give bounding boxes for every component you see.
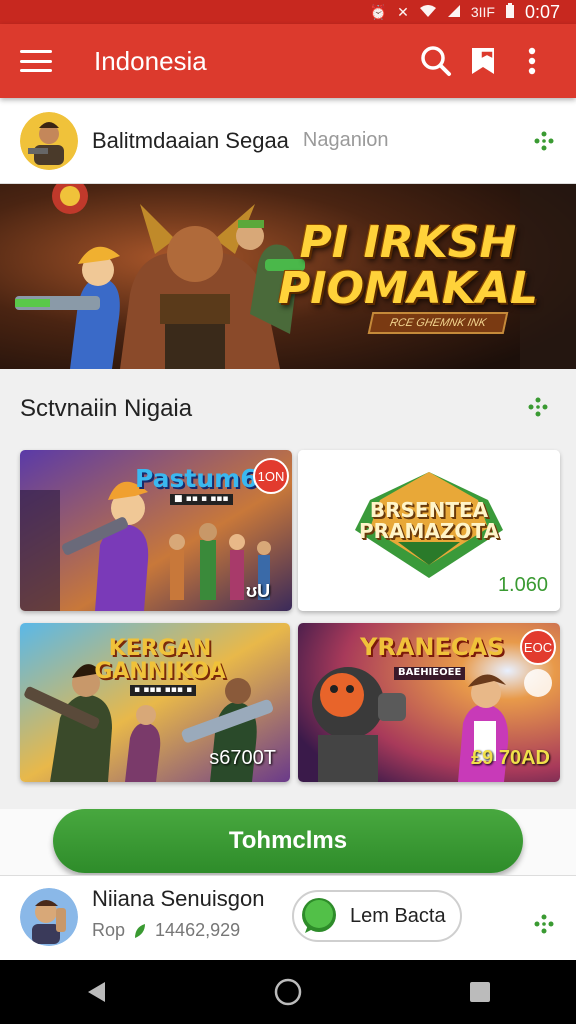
bookmark-icon — [472, 48, 494, 74]
card-1-tag: ʊU — [246, 581, 271, 601]
list-item-share-dots-icon[interactable] — [532, 912, 556, 936]
back-button[interactable] — [66, 962, 126, 1022]
app-title: Indonesia — [94, 45, 207, 76]
clock: 0:07 — [524, 1, 560, 22]
hero-title-line2: PIOMAKAL — [277, 263, 538, 315]
card-2-title-line2: PRAMAZOTA — [359, 519, 499, 543]
more-options-button[interactable] — [508, 37, 556, 85]
search-button[interactable] — [412, 37, 460, 85]
chat-button[interactable]: Lem Bacta — [292, 890, 462, 942]
game-section: Sctvnaiin Nigaia Pastum6 ■ ▪▪ ▪ ▪▪▪ 1ON … — [0, 369, 576, 809]
hero-title-line1: PI IRKSH — [299, 217, 517, 268]
card-3-subtitle: ▪ ▪▪▪ ▪▪▪ ▪ — [130, 685, 197, 697]
card-3-title: KERGAN GANNIKOA — [90, 637, 230, 683]
profile-avatar[interactable] — [20, 111, 78, 170]
card-1-badge: 1ON — [253, 458, 289, 494]
chat-bubble-icon — [302, 898, 336, 933]
cta-area: Tohmclms — [0, 809, 576, 875]
primary-cta-button[interactable]: Tohmclms — [53, 809, 523, 873]
card-1-subtitle: ■ ▪▪ ▪ ▪▪▪ — [170, 494, 233, 506]
card-2-title: BRSENTEA PRAMAZOTA — [348, 500, 510, 542]
home-icon — [274, 978, 302, 1006]
share-dots-icon[interactable] — [532, 129, 556, 153]
list-item-meta-label: Rop — [92, 920, 126, 940]
card-4-subtitle: BAEHIEOEE — [394, 667, 466, 680]
home-button[interactable] — [258, 962, 318, 1022]
bookmark-button[interactable] — [460, 37, 508, 85]
profile-subtitle: Naganion — [302, 129, 389, 151]
hero-banner[interactable]: PI IRKSH PIOMAKAL RCE GHEMNK INK — [0, 184, 576, 369]
recents-button[interactable] — [450, 962, 510, 1022]
card-3-title-line2: GANNIKOA — [94, 659, 226, 685]
app-bar: Indonesia — [0, 24, 576, 98]
game-card-4[interactable]: YRANECAS BAEHIEOEE EOC £9 70AD — [298, 623, 560, 782]
list-item-text: Niiana Senuisgon Rop 14462,929 — [92, 886, 282, 941]
list-item-meta-value: 14462,929 — [155, 920, 241, 940]
card-1-title: Pastum6 — [135, 464, 258, 493]
hero-ribbon: RCE GHEMNK INK — [367, 312, 509, 334]
list-item[interactable]: Niiana Senuisgon Rop 14462,929 Lem Bacta — [0, 875, 576, 960]
card-4-badge: EOC — [520, 629, 556, 665]
card-2-title-line1: BRSENTEA — [369, 498, 489, 522]
mute-icon: ✕ — [397, 3, 409, 20]
card-3-title-line1: KERGAN — [108, 636, 212, 661]
profile-row[interactable]: Balitmdaaian Segaa Naganion — [0, 98, 576, 184]
profile-name: Balitmdaaian Segaa — [92, 127, 289, 153]
search-icon — [421, 46, 451, 76]
more-vert-icon — [528, 47, 536, 75]
chat-button-label: Lem Bacta — [350, 904, 446, 927]
battery-icon — [505, 2, 515, 22]
wifi-icon — [419, 4, 437, 21]
list-item-name: Niiana Senuisgon — [92, 886, 265, 911]
system-nav-bar — [0, 960, 576, 1024]
screen: ⏰ ✕ 3IIF 0:07 Indonesia Balitmdaaian Seg… — [0, 0, 576, 1024]
menu-icon[interactable] — [20, 50, 52, 72]
back-icon — [88, 982, 105, 1002]
section-title: Sctvnaiin Nigaia — [20, 395, 193, 422]
card-4-value: £9 70AD — [471, 747, 550, 769]
leaf-icon — [135, 923, 146, 938]
game-card-3[interactable]: KERGAN GANNIKOA ▪ ▪▪▪ ▪▪▪ ▪ s6700T — [20, 623, 290, 782]
recents-icon — [470, 982, 490, 1002]
hero-title: PI IRKSH PIOMAKAL — [277, 217, 538, 315]
game-card-2[interactable]: BRSENTEA PRAMAZOTA 1.060 — [298, 450, 560, 611]
card-3-value: s6700T — [209, 747, 276, 769]
card-2-value: 1.060 — [497, 574, 548, 596]
carrier-text: 3IIF — [470, 4, 495, 20]
signal-icon — [447, 4, 461, 21]
game-card-1[interactable]: Pastum6 ■ ▪▪ ▪ ▪▪▪ 1ON ʊU — [20, 450, 292, 611]
card-4-title: YRANECAS — [360, 633, 505, 661]
list-item-avatar[interactable] — [20, 888, 78, 946]
status-bar: ⏰ ✕ 3IIF 0:07 — [0, 0, 576, 24]
alarm-icon: ⏰ — [369, 3, 388, 20]
list-item-meta: Rop 14462,929 — [92, 920, 282, 941]
section-share-dots-icon[interactable] — [526, 395, 550, 419]
